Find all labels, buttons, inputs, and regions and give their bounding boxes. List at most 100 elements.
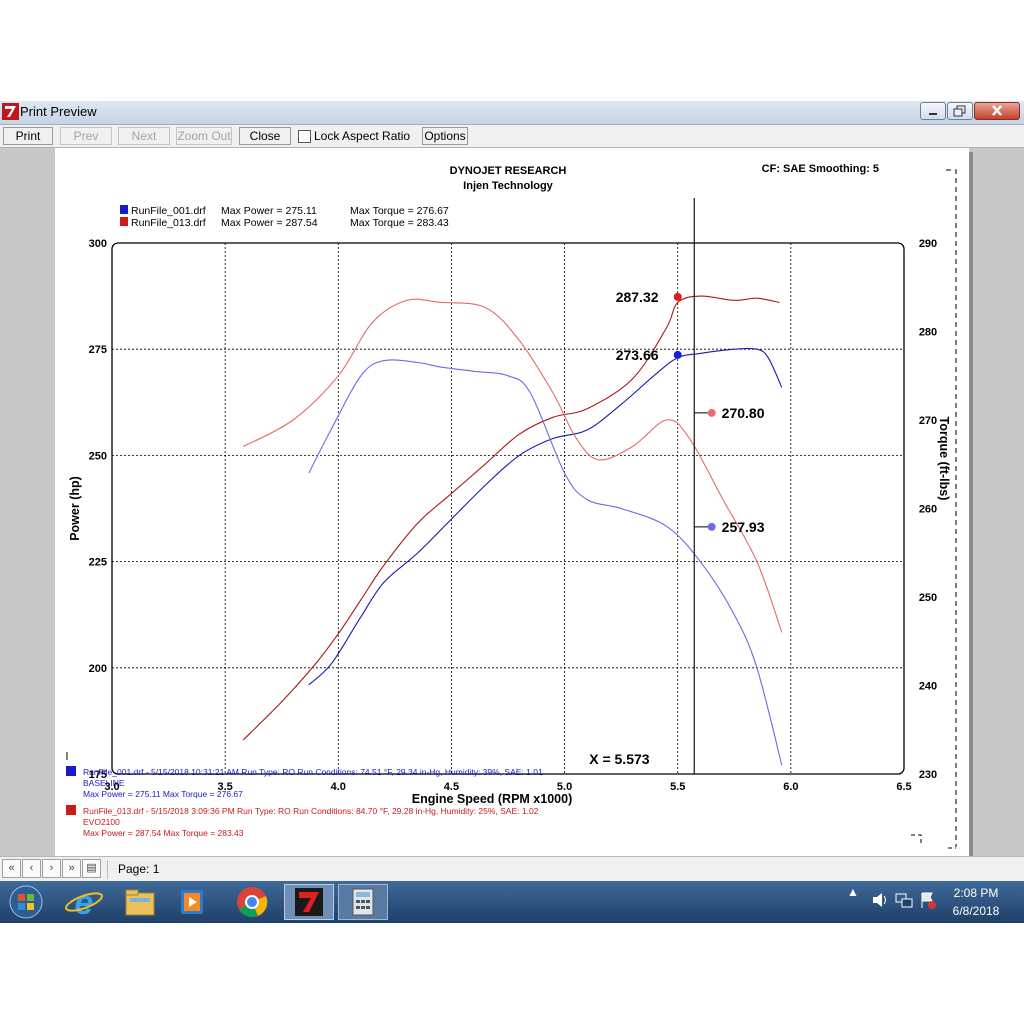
taskbar-calculator[interactable] [338, 884, 388, 920]
taskbar-internet-explorer[interactable]: e [60, 884, 108, 922]
y2-axis-title: Torque (ft-lbs) [937, 417, 951, 501]
clock-date: 6/8/2018 [952, 904, 1000, 918]
report-title: DYNOJET RESEARCH [450, 165, 567, 177]
run-info-line: RunFile_013.drf - 5/15/2018 3:09:36 PM R… [83, 806, 539, 816]
y2-tick-label: 280 [919, 327, 937, 339]
correction-factor-text: CF: SAE Smoothing: 5 [762, 163, 879, 175]
legend-file-001: RunFile_001.drf [131, 205, 206, 217]
title-bar: Print Preview [0, 101, 1024, 125]
dynojet-icon [295, 888, 323, 916]
network-button[interactable] [894, 890, 914, 913]
marker-dot-blue-power [673, 350, 682, 359]
y-tick-label: 275 [89, 344, 107, 356]
run-swatch-013 [66, 805, 76, 815]
x-tick-label: 6.0 [783, 781, 798, 793]
y-tick-label: 300 [89, 238, 107, 250]
marker-dot-red-power [673, 292, 682, 301]
internet-explorer-icon: e [65, 884, 103, 922]
report-page: DYNOJET RESEARCH Injen Technology CF: SA… [55, 148, 969, 901]
marker-value-red-torque: 270.80 [722, 405, 765, 421]
legend-torque-001: Max Torque = 276.67 [350, 205, 449, 217]
y2-tick-label: 230 [919, 769, 937, 781]
page-crop-mark-corner [911, 834, 956, 849]
legend-file-013: RunFile_013.drf [131, 217, 206, 229]
next-page-button[interactable]: › [42, 859, 61, 878]
y-tick-label: 200 [89, 663, 107, 675]
taskbar-media-player[interactable] [168, 884, 216, 920]
minimize-icon [929, 113, 937, 115]
y2-tick-label: 240 [919, 681, 937, 693]
preview-toolbar: Print Prev Next Zoom Out Close Lock Aspe… [0, 125, 1024, 148]
prev-button[interactable]: Prev [60, 127, 112, 145]
lock-aspect-checkbox[interactable] [298, 130, 311, 143]
start-button[interactable] [2, 884, 50, 920]
report-subtitle: Injen Technology [463, 180, 554, 192]
x-axis-title: Engine Speed (RPM x1000) [412, 792, 572, 806]
folder-icon [125, 889, 155, 916]
taskbar-dynojet[interactable] [284, 884, 334, 920]
print-button[interactable]: Print [3, 127, 53, 145]
marker-dot-blue-torque [707, 522, 716, 531]
action-center-button[interactable] [918, 890, 938, 913]
right-chevron-icon: › [49, 862, 54, 874]
legend-power-013: Max Power = 287.54 [221, 217, 318, 229]
close-preview-button[interactable]: Close [239, 127, 291, 145]
run-info-line: Max Power = 287.54 Max Torque = 283.43 [83, 828, 244, 838]
legend-swatch-001 [120, 205, 128, 214]
print-preview-window: Print Preview Print Prev Next Zoom Out C… [0, 101, 1024, 923]
speaker-icon [873, 893, 886, 907]
y2-tick-label: 290 [919, 238, 937, 250]
chrome-icon [237, 887, 268, 918]
page-indicator: Page: 1 [107, 860, 558, 879]
next-button[interactable]: Next [118, 127, 170, 145]
network-icon [895, 893, 913, 908]
clock-time: 2:08 PM [953, 886, 999, 900]
run-info-line: Max Power = 275.11 Max Torque = 276.67 [83, 789, 243, 799]
left-chevron-icon: ‹ [29, 862, 34, 874]
close-icon [992, 105, 1002, 116]
flag-icon [921, 892, 936, 909]
maximize-button[interactable] [947, 102, 973, 120]
cursor-readout: X = 5.573 [589, 751, 650, 767]
y2-tick-label: 250 [919, 592, 937, 604]
x-tick-label: 5.5 [670, 781, 685, 793]
restore-icon [953, 105, 966, 117]
show-hidden-icons-button[interactable]: ▲ [846, 885, 860, 899]
chart-legend: RunFile_001.drf Max Power = 275.11 Max T… [120, 205, 449, 229]
marker-value-blue-power: 273.66 [616, 347, 659, 363]
document-icon: ▤ [86, 862, 97, 874]
page-navigator: « ‹ › » ▤ Page: 1 [0, 856, 1024, 882]
close-window-button[interactable] [974, 102, 1020, 120]
first-page-button[interactable]: « [2, 859, 21, 878]
taskbar-chrome[interactable] [228, 884, 276, 920]
run-info-line: EVO2100 [83, 817, 120, 827]
minimize-button[interactable] [920, 102, 946, 120]
marker-value-red-power: 287.32 [616, 289, 659, 305]
previous-page-button[interactable]: ‹ [22, 859, 41, 878]
zoom-out-button[interactable]: Zoom Out [176, 127, 232, 145]
run-info-line: RunFile_001.drf - 5/15/2018 10:31:21 AM … [83, 767, 543, 777]
volume-button[interactable] [870, 890, 890, 913]
page-crop-mark-right [946, 169, 957, 847]
y-tick-label: 225 [89, 557, 107, 569]
options-button[interactable]: Options [422, 127, 468, 145]
lock-aspect-label: Lock Aspect Ratio [314, 129, 411, 143]
page-setup-button[interactable]: ▤ [82, 859, 101, 878]
taskbar-file-explorer[interactable] [116, 884, 164, 920]
media-player-icon [181, 890, 203, 914]
x-tick-label: 4.0 [331, 781, 346, 793]
legend-torque-013: Max Torque = 283.43 [350, 217, 449, 229]
last-page-icon: » [68, 862, 75, 874]
svg-text:e: e [75, 884, 94, 920]
windows-start-icon [9, 885, 43, 919]
y2-tick-label: 260 [919, 504, 937, 516]
run-swatch-001 [66, 766, 76, 776]
up-arrow-icon: ▲ [847, 885, 859, 899]
dyno-chart: DYNOJET RESEARCH Injen Technology CF: SA… [66, 163, 957, 849]
y-axis-title: Power (hp) [68, 476, 82, 541]
last-page-button[interactable]: » [62, 859, 81, 878]
x-tick-label: 6.5 [896, 781, 911, 793]
marker-value-blue-torque: 257.93 [722, 519, 765, 535]
clock[interactable]: 2:08 PM 6/8/2018 [946, 886, 1006, 918]
plot-area: 3.0 3.5 4.0 4.5 5.0 5.5 6.0 6.51752002252502753… [68, 198, 951, 806]
